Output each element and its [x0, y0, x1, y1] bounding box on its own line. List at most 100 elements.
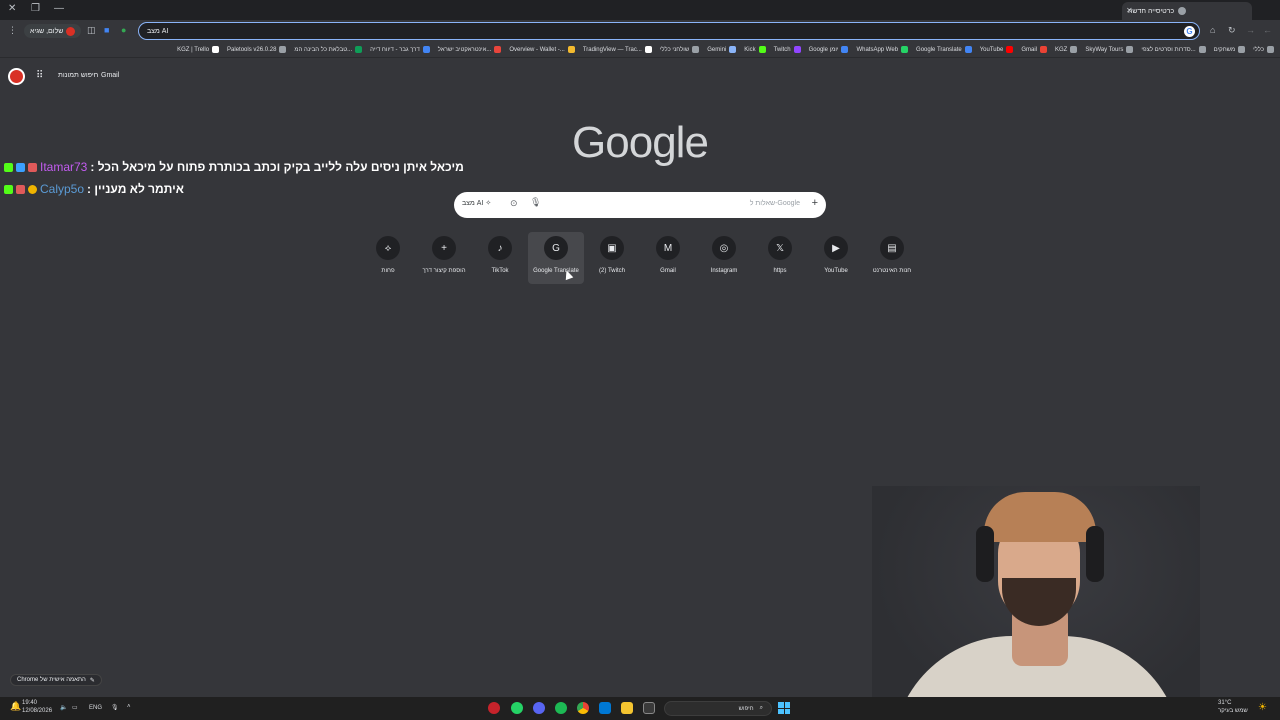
shortcut-tile[interactable]: + הוספת קיצור דרך [416, 232, 472, 284]
bookmark-item[interactable]: Kick [744, 46, 766, 53]
bookmark-item[interactable]: אינטראקטיב ישראל... [438, 46, 502, 53]
gmail-link[interactable]: Gmail [101, 72, 119, 79]
add-icon[interactable]: + [812, 197, 818, 209]
bookmark-favicon-icon [1070, 46, 1078, 53]
bookmark-favicon-icon [279, 46, 287, 53]
clock-date[interactable]: 12/08/2026 [22, 708, 52, 714]
search-box[interactable]: מצב AI ✧ ⊙ 🎙 שאלות ל-Google + [454, 192, 826, 218]
app-redbull-icon[interactable] [488, 702, 500, 714]
start-button[interactable] [778, 702, 790, 714]
restore-window-icon[interactable]: ❐ [31, 3, 40, 14]
bookmark-favicon-icon [1198, 46, 1206, 53]
bookmark-item[interactable]: טבלאת כל הבינה המ... [294, 46, 363, 53]
tab-new-tab[interactable]: כרטיסייה חדשה ✕ [1122, 2, 1252, 20]
images-link[interactable]: חיפוש תמונות [58, 72, 98, 79]
account-avatar[interactable] [8, 68, 25, 85]
bookmark-item[interactable]: כללי [1253, 46, 1274, 53]
mic-icon[interactable]: 🎙 [530, 197, 541, 208]
chat-text: : מיכאל איתן ניסים עלה ללייב בקיק וכתב ב… [90, 160, 464, 174]
ai-mode-button[interactable]: מצב AI ✧ [462, 199, 491, 207]
app-discord-icon[interactable] [533, 702, 545, 714]
bookmark-item[interactable]: Twitch [774, 46, 801, 53]
volume-icon[interactable]: 🔈 [60, 704, 67, 711]
bookmark-item[interactable]: Google יומן [809, 46, 849, 53]
gmail-icon: M [656, 236, 680, 260]
tab-close-icon[interactable]: ✕ [1126, 6, 1133, 15]
translate-ext-icon[interactable]: ■ [104, 25, 109, 35]
extensions-icon[interactable]: ◫ [87, 25, 96, 36]
app-taskview-icon[interactable] [643, 702, 655, 714]
shortcut-tile[interactable]: ♪ TikTok [472, 232, 528, 284]
shortcut-tile[interactable]: ◎ Instagram [696, 232, 752, 284]
bookmark-label: Kick [744, 46, 756, 53]
x-icon: 𝕏 [768, 236, 792, 260]
ext-icon[interactable]: ● [121, 25, 126, 35]
lens-icon[interactable]: ⊙ [510, 198, 518, 209]
app-chrome-icon[interactable] [577, 702, 589, 714]
close-window-icon[interactable]: ✕ [8, 3, 16, 14]
bookmark-label: כללי [1253, 46, 1264, 53]
shortcut-tile[interactable]: ▶ YouTube [808, 232, 864, 284]
bookmark-item[interactable]: Google Translate [916, 46, 972, 53]
webcam-overlay [872, 486, 1200, 720]
bookmark-favicon-icon [964, 46, 972, 53]
menu-icon[interactable]: ⋮ [8, 25, 17, 36]
bookmark-label: משחקים [1213, 46, 1236, 53]
search-icon: ⌕ [759, 705, 763, 711]
bookmark-item[interactable]: סדרות וסרטים לצפי... [1141, 46, 1206, 53]
bookmark-item[interactable]: KGZ [1055, 46, 1078, 53]
reload-icon[interactable]: ↻ [1228, 25, 1236, 36]
taskbar-search[interactable]: חיפוש ⌕ [664, 701, 772, 716]
bookmark-item[interactable]: YouTube [980, 46, 1014, 53]
weather-desc[interactable]: שמש בעיקר [1218, 708, 1248, 714]
app-explorer-icon[interactable] [621, 702, 633, 714]
shortcut-tile[interactable]: ⟡ פחות [360, 232, 416, 284]
bookmark-label: Gemini [707, 46, 727, 53]
notification-icon[interactable]: 🔔 [10, 701, 21, 712]
shortcut-tile[interactable]: M Gmail [640, 232, 696, 284]
bookmark-item[interactable]: Overview - Wallet -... [509, 46, 575, 53]
weather-temp[interactable]: 31°C [1218, 700, 1231, 706]
bookmark-item[interactable]: Gemini [707, 46, 737, 53]
bookmark-item[interactable]: Gmail [1021, 46, 1047, 53]
bookmark-item[interactable]: WhatsApp Web [856, 46, 909, 53]
bookmark-label: Gmail [1021, 46, 1037, 53]
clock-time[interactable]: 19:40 [22, 700, 37, 706]
network-icon[interactable]: ▭ [72, 704, 78, 711]
shortcut-tile[interactable]: ▣ (2) Twitch [584, 232, 640, 284]
home-icon[interactable]: ⌂ [1210, 25, 1215, 35]
shortcut-tile[interactable]: G Google Translate [528, 232, 584, 284]
app-store-icon[interactable] [599, 702, 611, 714]
bookmark-item[interactable]: TradingView — Trac... [583, 46, 652, 53]
app-spotify-icon[interactable] [555, 702, 567, 714]
language-indicator[interactable]: ENG [89, 705, 102, 711]
google-lens-icon[interactable]: G [1184, 26, 1195, 37]
collapse-icon: ⟡ [376, 236, 400, 260]
bookmark-favicon-icon [355, 46, 363, 53]
minimize-window-icon[interactable]: — [54, 3, 64, 14]
bookmark-item[interactable]: KGZ | Trello [177, 46, 220, 53]
back-icon[interactable]: ← [1263, 25, 1272, 35]
bookmark-favicon-icon [729, 46, 737, 53]
customize-chrome-button[interactable]: Chrome התאמה אישית של ✎ [10, 674, 102, 686]
apps-grid-icon[interactable]: ⠿ [36, 70, 43, 81]
app-whatsapp-icon[interactable] [511, 702, 523, 714]
taskbar: 🔔 19:40 12/08/2026 🔈 ▭ ENG 🎙 ˄ חיפוש ⌕ 3… [0, 697, 1280, 720]
bookmark-item[interactable]: Paletools v26.0.28 [227, 46, 287, 53]
shortcut-label: TikTok [491, 268, 509, 274]
address-bar[interactable]: מצב AI G [138, 22, 1200, 40]
mic-tray-icon[interactable]: 🎙 [111, 704, 119, 711]
profile-button[interactable]: שלום, שגיא [24, 24, 82, 38]
chat-message-2: Calyp5o : איתמר לא מעניין [4, 182, 184, 196]
bookmark-item[interactable]: משחקים [1213, 46, 1246, 53]
forward-icon[interactable]: → [1246, 25, 1255, 35]
bookmark-item[interactable]: שולחני כללי [660, 46, 700, 53]
bookmark-favicon-icon [758, 46, 766, 53]
shortcut-tile[interactable]: ▤ חנות האינטרנט [864, 232, 920, 284]
bookmark-label: Twitch [773, 46, 791, 53]
bookmark-item[interactable]: דרך גבר - דיווח דייה [370, 46, 430, 53]
shortcut-tile[interactable]: 𝕏https [752, 232, 808, 284]
shortcut-label: פחות [381, 268, 395, 274]
tray-chevron-icon[interactable]: ˄ [127, 704, 131, 710]
bookmark-item[interactable]: SkyWay Tours [1085, 46, 1134, 53]
